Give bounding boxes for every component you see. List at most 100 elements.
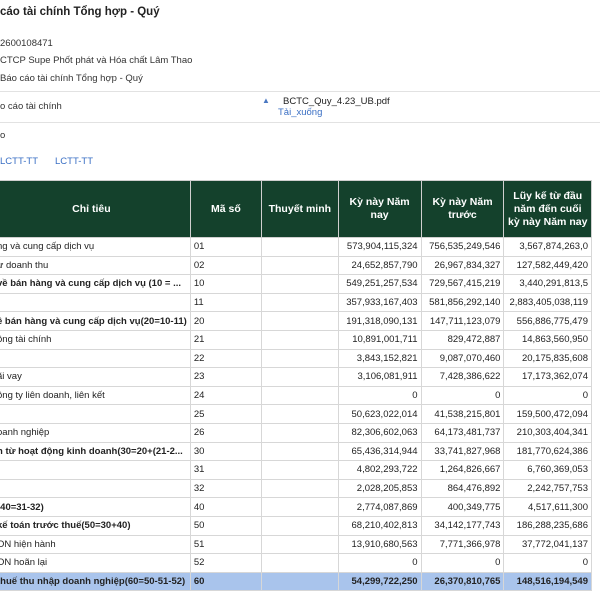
- row-code: 60: [189, 571, 263, 592]
- row-current: 10,891,001,711: [337, 329, 422, 350]
- row-previous: 0: [420, 385, 505, 406]
- table-row: ng và cung cấp dịch vụ 01 573,904,115,324 7…: [0, 237, 592, 257]
- row-previous: 41,538,215,801: [420, 404, 505, 424]
- row-previous: 7,771,366,978: [420, 534, 505, 555]
- row-current: 0: [337, 553, 422, 573]
- row-note: [261, 348, 339, 369]
- row-previous: 9,087,070,460: [420, 348, 505, 369]
- report-tab-links: LCTT-TT LCTT-TT: [0, 156, 93, 167]
- file-name: BCTC_Quy_4.23_UB.pdf: [283, 96, 390, 107]
- download-link[interactable]: Tải_xuống: [278, 107, 322, 118]
- row-code: 23: [189, 367, 263, 387]
- tab-link-lctt-tt[interactable]: LCTT-TT: [0, 156, 38, 167]
- row-code: 30: [189, 441, 263, 462]
- row-ytd: 181,770,624,386: [503, 441, 592, 462]
- row-current: 573,904,115,324: [337, 237, 422, 257]
- row-ytd: 210,303,404,341: [503, 422, 592, 443]
- row-note: [261, 553, 339, 573]
- row-name: [0, 348, 191, 369]
- row-code: 40: [189, 497, 263, 517]
- table-row: 22 3,843,152,821 9,087,070,460 20,175,835,6…: [0, 348, 592, 369]
- row-current: 65,436,314,944: [337, 441, 422, 462]
- row-name: ộng tài chính: [0, 329, 191, 350]
- row-name: [0, 292, 191, 313]
- row-code: 25: [189, 404, 263, 424]
- row-current: 3,843,152,821: [337, 348, 422, 369]
- row-current: 2,028,205,853: [337, 478, 422, 499]
- row-previous: 864,476,892: [420, 478, 505, 499]
- row-previous: 26,967,834,327: [420, 255, 505, 276]
- row-note: [261, 311, 339, 331]
- row-ytd: 6,760,369,053: [503, 460, 592, 480]
- row-name: thuế thu nhập doanh nghiệp(60=50-51-52): [0, 571, 191, 592]
- table-row: ề bán hàng và cung cấp dịch vụ(20=10-11)…: [0, 311, 592, 331]
- row-note: [261, 441, 339, 462]
- row-name: ãi vay: [0, 367, 191, 387]
- row-current: 0: [337, 385, 422, 406]
- row-current: 13,910,680,563: [337, 534, 422, 555]
- table-row: thuế thu nhập doanh nghiệp(60=50-51-52) 6…: [0, 571, 592, 592]
- row-code: 02: [189, 255, 263, 276]
- row-name: ON hiện hành: [0, 534, 191, 555]
- table-row: ộng tài chính 21 10,891,001,711 829,472,887…: [0, 329, 592, 350]
- row-name: ông ty liên doanh, liên kết: [0, 385, 191, 406]
- section-label: o: [0, 130, 6, 141]
- row-note: [261, 497, 339, 517]
- row-code: 32: [189, 478, 263, 499]
- row-previous: 729,567,415,219: [420, 274, 505, 294]
- table-row: 11 357,933,167,403 581,856,292,140 2,883,40…: [0, 292, 592, 313]
- row-code: 20: [189, 311, 263, 331]
- table-row: ừ doanh thu 02 24,652,857,790 26,967,834,32…: [0, 255, 592, 276]
- row-previous: 33,741,827,968: [420, 441, 505, 462]
- company-name: CTCP Supe Phốt phát và Hóa chất Lâm Thao: [0, 55, 193, 66]
- row-code: 24: [189, 385, 263, 406]
- report-type: Báo cáo tài chính Tổng hợp - Quý: [0, 73, 143, 84]
- table-row: kế toán trước thuế(50=30+40) 50 68,210,402…: [0, 515, 592, 536]
- table-row: 31 4,802,293,722 1,264,826,667 6,760,369,05…: [0, 460, 592, 480]
- header-note: Thuyết minh: [261, 180, 339, 238]
- row-current: 3,106,081,911: [337, 367, 422, 387]
- row-previous: 829,472,887: [420, 329, 505, 350]
- file-row-label: o cáo tài chính: [0, 101, 62, 112]
- header-current-period: Kỳ này Năm nay: [337, 180, 422, 238]
- row-ytd: 3,440,291,813,5: [503, 274, 592, 294]
- row-code: 01: [189, 237, 263, 257]
- row-current: 549,251,257,534: [337, 274, 422, 294]
- table-row: ON hoãn lại 52 0 0 0: [0, 553, 592, 573]
- row-note: [261, 274, 339, 294]
- divider: [0, 91, 600, 92]
- row-note: [261, 515, 339, 536]
- row-ytd: 186,288,235,686: [503, 515, 592, 536]
- header-previous-period: Kỳ này Năm trước: [420, 180, 505, 238]
- row-previous: 400,349,775: [420, 497, 505, 517]
- row-note: [261, 571, 339, 592]
- page-title: cáo tài chính Tổng hợp - Quý: [0, 6, 160, 18]
- table-row: ON hiện hành 51 13,910,680,563 7,771,366,97…: [0, 534, 592, 555]
- row-ytd: 0: [503, 553, 592, 573]
- row-name: n từ hoạt động kinh doanh(30=20+(21-2...: [0, 441, 191, 462]
- row-ytd: 556,886,775,479: [503, 311, 592, 331]
- tab-link-lctt-tt[interactable]: LCTT-TT: [55, 156, 93, 167]
- row-ytd: 148,516,194,549: [503, 571, 592, 592]
- row-note: [261, 478, 339, 499]
- row-code: 10: [189, 274, 263, 294]
- table-row: ãi vay23 3,106,081,9117,428,386,62217,173…: [0, 367, 592, 387]
- row-current: 191,318,090,131: [337, 311, 422, 331]
- header-year-to-date: Lũy kế từ đầu năm đến cuối kỳ này Năm na…: [503, 180, 592, 238]
- row-previous: 1,264,826,667: [420, 460, 505, 480]
- row-note: [261, 404, 339, 424]
- table-row: n từ hoạt động kinh doanh(30=20+(21-2...…: [0, 441, 592, 462]
- row-name: [0, 478, 191, 499]
- header-indicator: Chỉ tiêu: [0, 180, 191, 238]
- row-current: 54,299,722,250: [337, 571, 422, 592]
- row-note: [261, 367, 339, 387]
- row-code: 11: [189, 292, 263, 313]
- row-name: [0, 460, 191, 480]
- row-current: 2,774,087,869: [337, 497, 422, 517]
- table-header-row: Chỉ tiêu Mã số Thuyết minh Kỳ này Năm na…: [0, 180, 592, 238]
- row-name: ừ doanh thu: [0, 255, 191, 276]
- table-row: (40=31-32) 40 2,774,087,869 400,349,775 4,51…: [0, 497, 592, 517]
- row-note: [261, 329, 339, 350]
- row-code: 26: [189, 422, 263, 443]
- row-previous: 34,142,177,743: [420, 515, 505, 536]
